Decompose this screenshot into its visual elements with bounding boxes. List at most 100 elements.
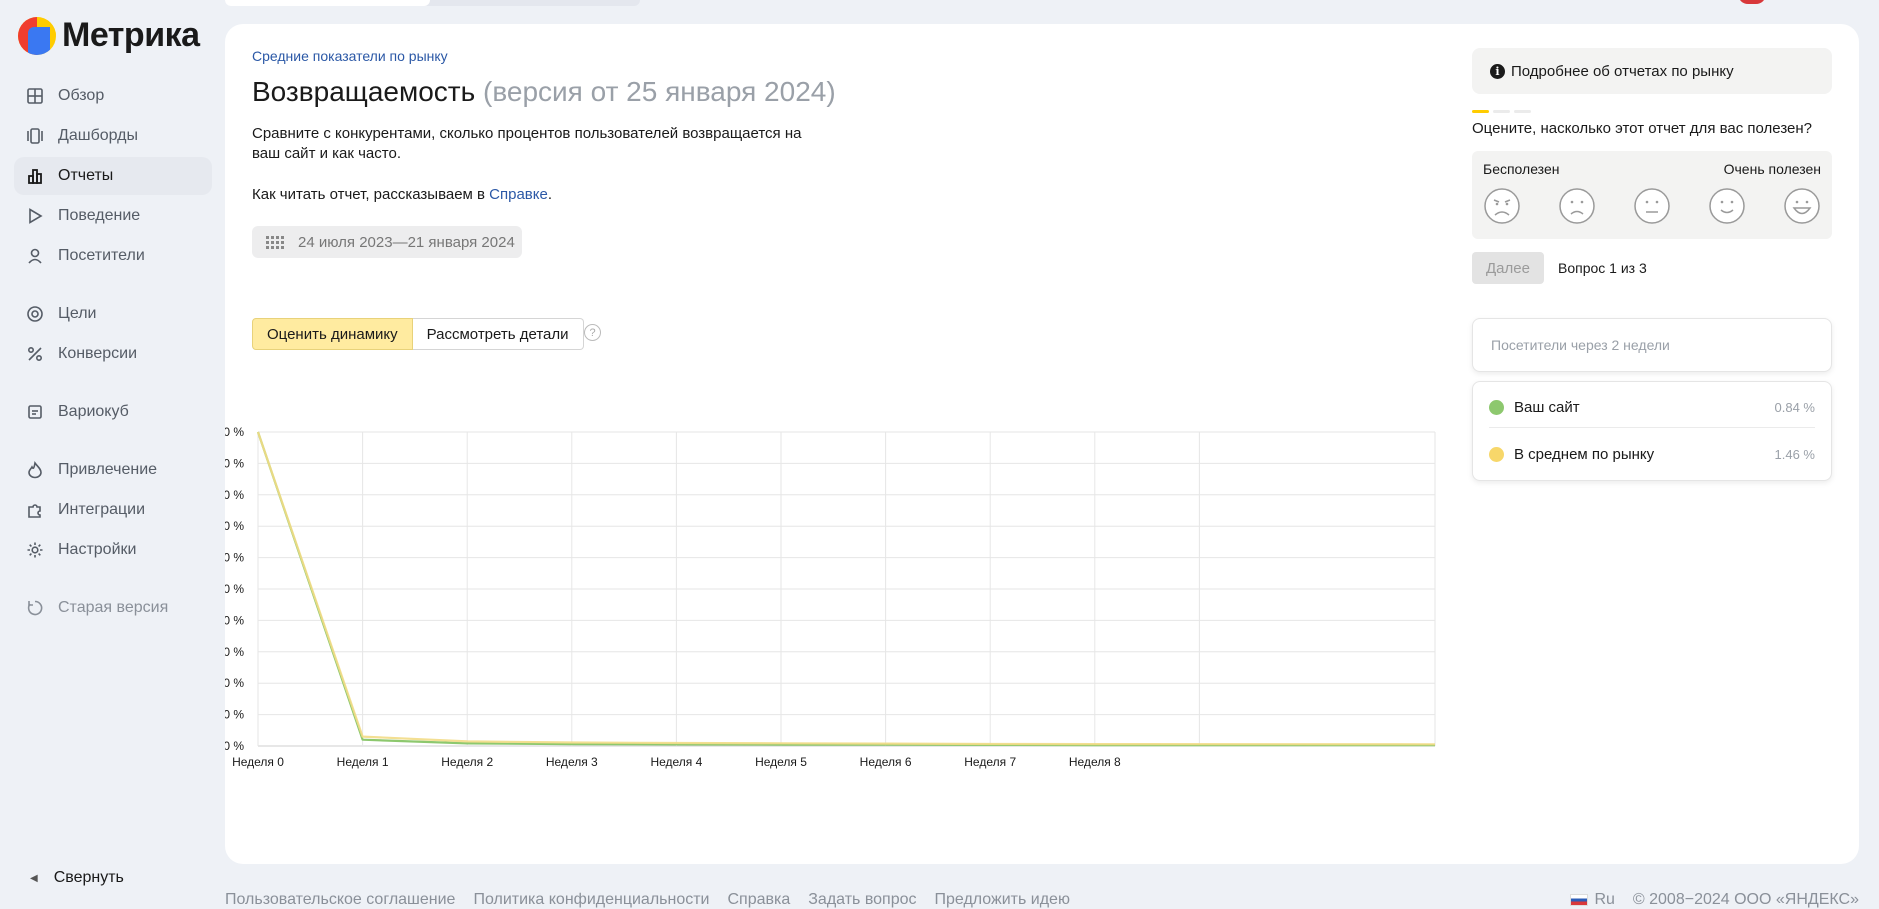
percent-icon: [26, 345, 44, 363]
legend-item[interactable]: В среднем по рынку 1.46 %: [1489, 434, 1815, 474]
sidebar-item-goals[interactable]: Цели: [14, 295, 212, 333]
date-range-button[interactable]: 24 июля 2023—21 января 2024: [252, 226, 522, 258]
logo-text: Метрика: [62, 16, 200, 54]
survey-question: Оцените, насколько этот отчет для вас по…: [1472, 120, 1812, 137]
sidebar-item-settings[interactable]: Настройки: [14, 531, 212, 569]
top-tab-strip: [225, 0, 640, 6]
sidebar-item-label: Вариокуб: [58, 403, 129, 420]
footer-link-ask[interactable]: Задать вопрос: [808, 891, 916, 909]
gear-icon: [26, 541, 44, 559]
howto-suffix: .: [547, 186, 553, 203]
user-icon: [26, 247, 44, 265]
footer-link-help[interactable]: Справка: [728, 891, 791, 909]
howto-text: Как читать отчет, рассказываем в Справке…: [252, 186, 552, 203]
language-label: Ru: [1594, 891, 1615, 908]
sidebar-item-label: Посетители: [58, 247, 145, 264]
sidebar-item-acquisition[interactable]: Привлечение: [14, 451, 212, 489]
app-logo[interactable]: Метрика: [18, 16, 200, 55]
chevron-left-icon: ◀: [30, 872, 38, 884]
sidebar-nav: Обзор Дашборды Отчеты Поведение Посетите…: [14, 77, 212, 629]
survey-progress: [1472, 110, 1531, 113]
dashboards-icon: [26, 127, 44, 145]
question-counter: Вопрос 1 из 3: [1558, 260, 1647, 276]
collapse-sidebar-button[interactable]: ◀ Свернуть: [30, 869, 124, 887]
footer-link-idea[interactable]: Предложить идею: [935, 891, 1070, 909]
footer-right: Ru © 2008−2024 ООО «ЯНДЕКС»: [1570, 891, 1859, 909]
language-switch[interactable]: Ru: [1570, 891, 1615, 909]
avatar[interactable]: [1738, 0, 1766, 4]
market-reports-info[interactable]: i Подробнее об отчетах по рынку: [1472, 48, 1832, 94]
footer-link-privacy[interactable]: Политика конфиденциальности: [473, 891, 709, 909]
flag-icon: [1570, 893, 1589, 906]
grid-icon: [26, 87, 44, 105]
sidebar-item-dashboards[interactable]: Дашборды: [14, 117, 212, 155]
x-tick-label: Неделя 2: [441, 755, 493, 769]
mode-dynamics-button[interactable]: Оценить динамику: [252, 318, 413, 350]
very-sad-face-icon[interactable]: [1483, 187, 1521, 225]
series-line: [256, 431, 1436, 746]
rating-min-label: Бесполезен: [1483, 161, 1560, 177]
sidebar-item-integrations[interactable]: Интеграции: [14, 491, 212, 529]
y-tick-label: 90 %: [225, 456, 244, 470]
flame-icon: [26, 461, 44, 479]
legend: Ваш сайт 0.84 % В среднем по рынку 1.46 …: [1472, 381, 1832, 481]
metric-selector[interactable]: Посетители через 2 недели: [1472, 318, 1832, 372]
x-tick-label: Неделя 1: [337, 755, 389, 769]
sad-face-icon[interactable]: [1558, 187, 1596, 225]
sidebar-item-visitors[interactable]: Посетители: [14, 237, 212, 275]
smile-face-icon[interactable]: [1708, 187, 1746, 225]
sidebar-item-label: Интеграции: [58, 501, 146, 518]
bar-chart-icon: [26, 167, 44, 185]
series-dot-icon: [1489, 400, 1504, 415]
footer-links: Пользовательское соглашение Политика кон…: [225, 891, 1070, 909]
sidebar-item-label: Отчеты: [58, 167, 114, 184]
sidebar-item-reports[interactable]: Отчеты: [14, 157, 212, 195]
sidebar-item-label: Дашборды: [58, 127, 138, 144]
page-title-version: (версия от 25 января 2024): [483, 76, 836, 107]
sidebar-item-label: Поведение: [58, 207, 141, 224]
rating-scale: Бесполезен Очень полезен: [1472, 151, 1832, 239]
x-tick-label: Неделя 5: [755, 755, 807, 769]
mode-details-button[interactable]: Рассмотреть детали: [412, 318, 584, 350]
legend-item[interactable]: Ваш сайт 0.84 %: [1489, 388, 1815, 428]
progress-step: [1493, 110, 1510, 113]
sidebar-item-old-version[interactable]: Старая версия: [14, 589, 212, 627]
top-tab-active[interactable]: [225, 0, 430, 6]
breadcrumb[interactable]: Средние показатели по рынку: [252, 48, 448, 64]
y-tick-label: 80 %: [225, 488, 244, 502]
sidebar-item-label: Старая версия: [58, 599, 169, 616]
big-smile-face-icon[interactable]: [1783, 187, 1821, 225]
neutral-face-icon[interactable]: [1633, 187, 1671, 225]
sidebar-item-variocube[interactable]: Вариокуб: [14, 393, 212, 431]
help-icon[interactable]: ?: [584, 324, 601, 341]
legend-value: 0.84 %: [1774, 400, 1815, 415]
footer-link-agreement[interactable]: Пользовательское соглашение: [225, 891, 455, 909]
retention-chart: 0 % 10 % 20 % 30 % 40 % 50 % 60 % 70 % 80 % 90 % 1…: [225, 425, 1436, 769]
x-tick-label: Неделя 7: [964, 755, 1016, 769]
y-tick-label: 40 %: [225, 613, 244, 627]
copyright: © 2008−2024 ООО «ЯНДЕКС»: [1632, 891, 1859, 908]
collapse-label: Свернуть: [53, 869, 124, 886]
y-tick-label: 10 %: [225, 708, 244, 722]
sidebar-item-conversions[interactable]: Конверсии: [14, 335, 212, 373]
rating-max-label: Очень полезен: [1723, 161, 1821, 177]
sidebar-item-label: Настройки: [58, 541, 137, 558]
sidebar-item-behavior[interactable]: Поведение: [14, 197, 212, 235]
report-card: Средние показатели по рынку Возвращаемос…: [225, 24, 1859, 864]
report-description: Сравните с конкурентами, сколько процент…: [252, 125, 802, 162]
page-title: Возвращаемость (версия от 25 января 2024…: [252, 76, 836, 108]
progress-step: [1514, 110, 1531, 113]
legend-label: В среднем по рынку: [1514, 445, 1655, 463]
calendar-icon: [266, 235, 284, 249]
y-tick-label: 50 %: [225, 582, 244, 596]
next-button[interactable]: Далее: [1472, 252, 1544, 284]
series-dot-icon: [1489, 446, 1504, 462]
y-tick-label: 60 %: [225, 551, 244, 565]
puzzle-icon: [26, 501, 44, 519]
legend-value: 1.46 %: [1774, 446, 1815, 462]
sidebar-item-overview[interactable]: Обзор: [14, 77, 212, 115]
help-link[interactable]: Справке: [489, 186, 548, 203]
x-tick-label: Неделя 3: [546, 755, 598, 769]
x-tick-label: Неделя 0: [232, 755, 284, 769]
progress-step: [1472, 110, 1489, 113]
